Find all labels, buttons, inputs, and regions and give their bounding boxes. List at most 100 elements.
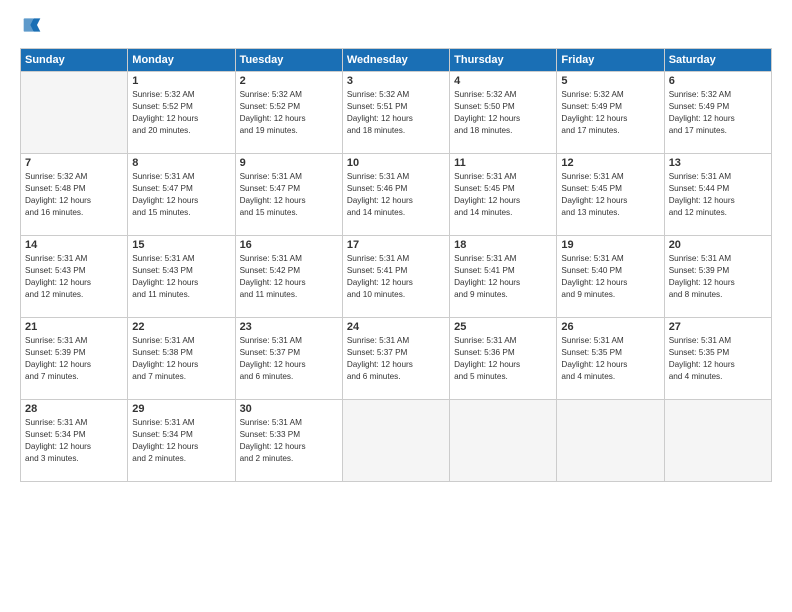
day-info: Sunrise: 5:31 AMSunset: 5:33 PMDaylight:… xyxy=(240,417,338,465)
calendar-cell: 11 Sunrise: 5:31 AMSunset: 5:45 PMDayligh… xyxy=(450,154,557,236)
day-number: 9 xyxy=(240,157,338,169)
day-info: Sunrise: 5:31 AMSunset: 5:39 PMDaylight:… xyxy=(669,253,767,301)
calendar-cell: 10 Sunrise: 5:31 AMSunset: 5:46 PMDayligh… xyxy=(342,154,449,236)
day-number: 1 xyxy=(132,75,230,87)
day-number: 28 xyxy=(25,403,123,415)
day-info: Sunrise: 5:31 AMSunset: 5:37 PMDaylight:… xyxy=(347,335,445,383)
calendar-cell: 29 Sunrise: 5:31 AMSunset: 5:34 PMDayligh… xyxy=(128,400,235,482)
calendar-cell: 21 Sunrise: 5:31 AMSunset: 5:39 PMDayligh… xyxy=(21,318,128,400)
calendar-cell: 3 Sunrise: 5:32 AMSunset: 5:51 PMDaylight… xyxy=(342,72,449,154)
calendar-cell: 1 Sunrise: 5:32 AMSunset: 5:52 PMDaylight… xyxy=(128,72,235,154)
day-number: 10 xyxy=(347,157,445,169)
calendar-page: SundayMondayTuesdayWednesdayThursdayFrid… xyxy=(0,0,792,612)
day-number: 24 xyxy=(347,321,445,333)
weekday-header-thursday: Thursday xyxy=(450,49,557,72)
day-info: Sunrise: 5:31 AMSunset: 5:40 PMDaylight:… xyxy=(561,253,659,301)
day-number: 26 xyxy=(561,321,659,333)
day-info: Sunrise: 5:31 AMSunset: 5:41 PMDaylight:… xyxy=(454,253,552,301)
calendar-cell: 24 Sunrise: 5:31 AMSunset: 5:37 PMDayligh… xyxy=(342,318,449,400)
day-info: Sunrise: 5:31 AMSunset: 5:35 PMDaylight:… xyxy=(561,335,659,383)
weekday-header-tuesday: Tuesday xyxy=(235,49,342,72)
calendar-cell: 30 Sunrise: 5:31 AMSunset: 5:33 PMDayligh… xyxy=(235,400,342,482)
weekday-header-saturday: Saturday xyxy=(664,49,771,72)
day-info: Sunrise: 5:31 AMSunset: 5:47 PMDaylight:… xyxy=(240,171,338,219)
day-number: 25 xyxy=(454,321,552,333)
day-info: Sunrise: 5:31 AMSunset: 5:46 PMDaylight:… xyxy=(347,171,445,219)
calendar-cell: 17 Sunrise: 5:31 AMSunset: 5:41 PMDayligh… xyxy=(342,236,449,318)
calendar-week-1: 1 Sunrise: 5:32 AMSunset: 5:52 PMDaylight… xyxy=(21,72,772,154)
calendar-cell xyxy=(21,72,128,154)
day-number: 2 xyxy=(240,75,338,87)
calendar-cell: 28 Sunrise: 5:31 AMSunset: 5:34 PMDayligh… xyxy=(21,400,128,482)
logo-icon xyxy=(22,15,42,35)
weekday-header-friday: Friday xyxy=(557,49,664,72)
calendar-cell xyxy=(557,400,664,482)
calendar-cell: 22 Sunrise: 5:31 AMSunset: 5:38 PMDayligh… xyxy=(128,318,235,400)
calendar-week-3: 14 Sunrise: 5:31 AMSunset: 5:43 PMDayligh… xyxy=(21,236,772,318)
weekday-header-row: SundayMondayTuesdayWednesdayThursdayFrid… xyxy=(21,49,772,72)
day-info: Sunrise: 5:32 AMSunset: 5:52 PMDaylight:… xyxy=(240,89,338,137)
day-number: 13 xyxy=(669,157,767,169)
day-number: 22 xyxy=(132,321,230,333)
day-info: Sunrise: 5:32 AMSunset: 5:50 PMDaylight:… xyxy=(454,89,552,137)
calendar-cell: 18 Sunrise: 5:31 AMSunset: 5:41 PMDayligh… xyxy=(450,236,557,318)
day-number: 27 xyxy=(669,321,767,333)
day-number: 21 xyxy=(25,321,123,333)
day-info: Sunrise: 5:31 AMSunset: 5:45 PMDaylight:… xyxy=(561,171,659,219)
logo xyxy=(20,15,44,40)
day-number: 23 xyxy=(240,321,338,333)
day-info: Sunrise: 5:31 AMSunset: 5:43 PMDaylight:… xyxy=(25,253,123,301)
day-number: 14 xyxy=(25,239,123,251)
day-info: Sunrise: 5:32 AMSunset: 5:51 PMDaylight:… xyxy=(347,89,445,137)
day-info: Sunrise: 5:31 AMSunset: 5:34 PMDaylight:… xyxy=(25,417,123,465)
calendar-cell: 13 Sunrise: 5:31 AMSunset: 5:44 PMDayligh… xyxy=(664,154,771,236)
day-number: 29 xyxy=(132,403,230,415)
day-info: Sunrise: 5:31 AMSunset: 5:36 PMDaylight:… xyxy=(454,335,552,383)
day-number: 30 xyxy=(240,403,338,415)
day-info: Sunrise: 5:31 AMSunset: 5:35 PMDaylight:… xyxy=(669,335,767,383)
calendar-cell: 7Sunrise: 5:32 AMSunset: 5:48 PMDaylight… xyxy=(21,154,128,236)
day-number: 18 xyxy=(454,239,552,251)
day-info: Sunrise: 5:32 AMSunset: 5:49 PMDaylight:… xyxy=(561,89,659,137)
day-info: Sunrise: 5:31 AMSunset: 5:34 PMDaylight:… xyxy=(132,417,230,465)
calendar-cell: 20 Sunrise: 5:31 AMSunset: 5:39 PMDayligh… xyxy=(664,236,771,318)
day-number: 5 xyxy=(561,75,659,87)
calendar-table: SundayMondayTuesdayWednesdayThursdayFrid… xyxy=(20,48,772,482)
calendar-cell xyxy=(450,400,557,482)
day-number: 17 xyxy=(347,239,445,251)
calendar-week-2: 7Sunrise: 5:32 AMSunset: 5:48 PMDaylight… xyxy=(21,154,772,236)
calendar-cell: 4 Sunrise: 5:32 AMSunset: 5:50 PMDaylight… xyxy=(450,72,557,154)
calendar-cell: 14 Sunrise: 5:31 AMSunset: 5:43 PMDayligh… xyxy=(21,236,128,318)
day-info: Sunrise: 5:31 AMSunset: 5:41 PMDaylight:… xyxy=(347,253,445,301)
calendar-cell: 12 Sunrise: 5:31 AMSunset: 5:45 PMDayligh… xyxy=(557,154,664,236)
day-number: 6 xyxy=(669,75,767,87)
day-info: Sunrise: 5:31 AMSunset: 5:39 PMDaylight:… xyxy=(25,335,123,383)
day-number: 11 xyxy=(454,157,552,169)
day-info: Sunrise: 5:32 AMSunset: 5:52 PMDaylight:… xyxy=(132,89,230,137)
day-number: 4 xyxy=(454,75,552,87)
calendar-cell: 2 Sunrise: 5:32 AMSunset: 5:52 PMDaylight… xyxy=(235,72,342,154)
calendar-week-5: 28 Sunrise: 5:31 AMSunset: 5:34 PMDayligh… xyxy=(21,400,772,482)
calendar-week-4: 21 Sunrise: 5:31 AMSunset: 5:39 PMDayligh… xyxy=(21,318,772,400)
calendar-cell: 5 Sunrise: 5:32 AMSunset: 5:49 PMDaylight… xyxy=(557,72,664,154)
day-info: Sunrise: 5:31 AMSunset: 5:44 PMDaylight:… xyxy=(669,171,767,219)
day-number: 15 xyxy=(132,239,230,251)
calendar-cell: 16 Sunrise: 5:31 AMSunset: 5:42 PMDayligh… xyxy=(235,236,342,318)
day-number: 8 xyxy=(132,157,230,169)
calendar-cell: 26 Sunrise: 5:31 AMSunset: 5:35 PMDayligh… xyxy=(557,318,664,400)
day-number: 12 xyxy=(561,157,659,169)
day-number: 3 xyxy=(347,75,445,87)
day-number: 20 xyxy=(669,239,767,251)
day-number: 16 xyxy=(240,239,338,251)
calendar-cell: 25 Sunrise: 5:31 AMSunset: 5:36 PMDayligh… xyxy=(450,318,557,400)
day-info: Sunrise: 5:31 AMSunset: 5:42 PMDaylight:… xyxy=(240,253,338,301)
day-info: Sunrise: 5:32 AMSunset: 5:49 PMDaylight:… xyxy=(669,89,767,137)
calendar-cell: 19Sunrise: 5:31 AMSunset: 5:40 PMDayligh… xyxy=(557,236,664,318)
day-info: Sunrise: 5:31 AMSunset: 5:45 PMDaylight:… xyxy=(454,171,552,219)
day-info: Sunrise: 5:31 AMSunset: 5:38 PMDaylight:… xyxy=(132,335,230,383)
day-number: 7 xyxy=(25,157,123,169)
calendar-cell: 15Sunrise: 5:31 AMSunset: 5:43 PMDayligh… xyxy=(128,236,235,318)
page-header xyxy=(20,15,772,40)
calendar-cell xyxy=(664,400,771,482)
weekday-header-wednesday: Wednesday xyxy=(342,49,449,72)
